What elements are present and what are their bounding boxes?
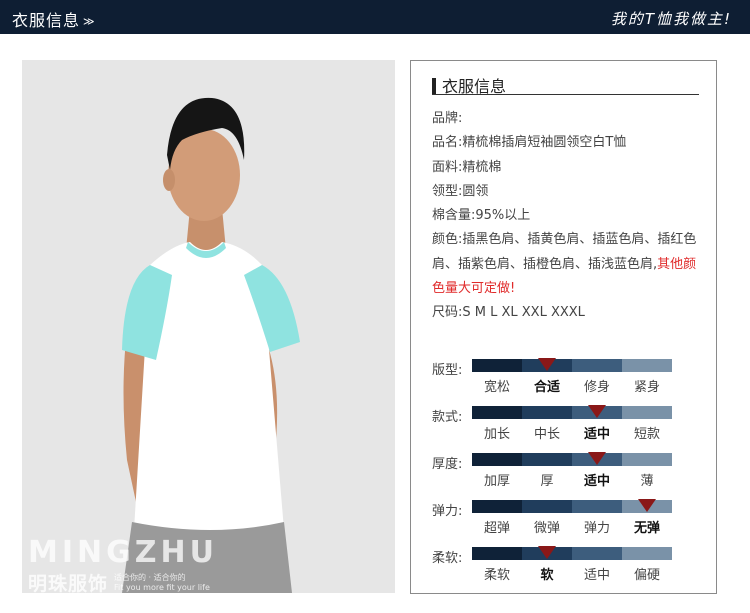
- fit-marker-icon: [588, 452, 606, 465]
- brand-watermark: MINGZHU 明珠服饰 适合你的 · 适合你的 Fit you more fi…: [28, 535, 218, 594]
- fit-row: 厚度: 加厚 厚 适中 薄: [432, 448, 702, 495]
- spec-name: 品名:精梳棉插肩短袖圆领空白T恤: [432, 135, 627, 151]
- fit-scale-segment: [622, 359, 672, 372]
- panel-divider: [432, 94, 699, 95]
- fit-options: 加厚 厚 适中 薄: [472, 470, 672, 489]
- fit-scale-segment: [472, 453, 522, 466]
- fit-scale-segment: [472, 547, 522, 560]
- fit-marker-icon: [538, 358, 556, 371]
- fit-option: 厚: [540, 474, 554, 489]
- fit-option: 适中: [583, 427, 610, 442]
- spec-sizes: 尺码:S M L XL XXL XXXL: [432, 305, 585, 321]
- fit-option: 偏硬: [633, 568, 660, 583]
- watermark-brand-cn: 明珠服饰: [28, 573, 109, 593]
- header-title: 衣服信息 ≫: [12, 7, 96, 31]
- fit-option: 加厚: [483, 474, 510, 489]
- fit-scale-bar: [472, 359, 672, 372]
- fit-row-label: 柔软:: [432, 551, 463, 566]
- watermark-brand-en: MINGZHU: [28, 535, 218, 570]
- fit-row: 款式: 加长 中长 适中 短款: [432, 401, 702, 448]
- fit-option: 薄: [640, 474, 654, 489]
- fit-scale-segment: [622, 453, 672, 466]
- header-title-text: 衣服信息: [12, 11, 81, 30]
- spec-cotton: 棉含量:95%以上: [432, 208, 531, 224]
- watermark-tagline-en: Fit you more fit your life: [114, 582, 210, 592]
- spec-list: 品牌: 品名:精梳棉插肩短袖圆领空白T恤 面料:精梳棉 领型:圆领 棉含量:95…: [432, 107, 708, 326]
- spec-collar: 领型:圆领: [432, 183, 489, 199]
- fit-scale-bar: [472, 547, 672, 560]
- header-bar: 衣服信息 ≫ 我的T恤我做主!: [0, 0, 750, 34]
- model-illustration: [22, 60, 395, 593]
- fit-option: 微弹: [533, 521, 560, 536]
- fit-option: 加长: [483, 427, 510, 442]
- fit-scale-segment: [472, 500, 522, 513]
- fit-option: 宽松: [483, 380, 510, 395]
- fit-chart: 版型: 宽松 合适 修身 紧身 款式: 加长 中长 适中 短款 厚度: 加厚厚适中薄弹力: 超弹 微弹 弹力…: [432, 354, 702, 589]
- fit-scale-segment: [572, 359, 622, 372]
- fit-marker-icon: [538, 546, 556, 559]
- fit-row: 弹力: 超弹 微弹 弹力 无弹: [432, 495, 702, 542]
- chevron-double-down-icon: ≫: [83, 15, 96, 28]
- fit-row-label: 款式:: [432, 410, 463, 425]
- fit-option: 合适: [533, 380, 560, 395]
- info-panel: 衣服信息 品牌: 品名:精梳棉插肩短袖圆领空白T恤 面料:精梳棉 领型:圆领 棉…: [410, 60, 717, 594]
- header-slogan: 我的T恤我做主!: [610, 10, 732, 28]
- fit-row: 版型: 宽松 合适 修身 紧身: [432, 354, 702, 401]
- fit-row-label: 弹力:: [432, 504, 463, 519]
- fit-option: 软: [540, 568, 554, 583]
- fit-options: 宽松 合适 修身 紧身: [472, 376, 672, 395]
- watermark-tagline-cn: 适合你的 · 适合你的: [114, 572, 186, 582]
- fit-options: 柔软 软 适中 偏硬: [472, 564, 672, 583]
- fit-option: 适中: [583, 568, 610, 583]
- fit-scale-segment: [522, 453, 572, 466]
- fit-option: 适中: [583, 474, 610, 489]
- fit-marker-icon: [638, 499, 656, 512]
- fit-scale-segment: [472, 406, 522, 419]
- fit-row: 柔软: 柔软 软 适中 偏硬: [432, 542, 702, 589]
- fit-scale-segment: [622, 406, 672, 419]
- product-photo: MINGZHU 明珠服饰 适合你的 · 适合你的 Fit you more fi…: [22, 60, 395, 593]
- fit-option: 中长: [533, 427, 560, 442]
- fit-scale-segment: [572, 500, 622, 513]
- fit-scale-segment: [622, 547, 672, 560]
- fit-scale-segment: [522, 406, 572, 419]
- fit-row-label: 版型:: [432, 363, 463, 378]
- spec-fabric: 面料:精梳棉: [432, 159, 502, 175]
- fit-scale-segment: [472, 359, 522, 372]
- fit-scale-bar: [472, 406, 672, 419]
- fit-option: 无弹: [633, 521, 660, 536]
- fit-scale-segment: [572, 547, 622, 560]
- spec-colors: 颜色:插黑色肩、插黄色肩、插蓝色肩、插红色肩、插紫色肩、插橙色肩、插浅蓝色肩,其…: [432, 228, 708, 301]
- fit-row-label: 厚度:: [432, 457, 463, 472]
- fit-options: 加长 中长 适中 短款: [472, 423, 672, 442]
- fit-option: 短款: [633, 427, 660, 442]
- fit-scale-bar: [472, 453, 672, 466]
- fit-scale-segment: [522, 500, 572, 513]
- spec-brand: 品牌:: [432, 111, 463, 126]
- fit-options: 超弹 微弹 弹力 无弹: [472, 517, 672, 536]
- fit-option: 超弹: [483, 521, 510, 536]
- fit-option: 柔软: [483, 568, 510, 583]
- fit-option: 修身: [583, 380, 610, 395]
- fit-option: 弹力: [583, 521, 610, 536]
- fit-marker-icon: [588, 405, 606, 418]
- fit-option: 紧身: [633, 380, 660, 395]
- watermark-tagline: 适合你的 · 适合你的 Fit you more fit your life: [114, 573, 210, 593]
